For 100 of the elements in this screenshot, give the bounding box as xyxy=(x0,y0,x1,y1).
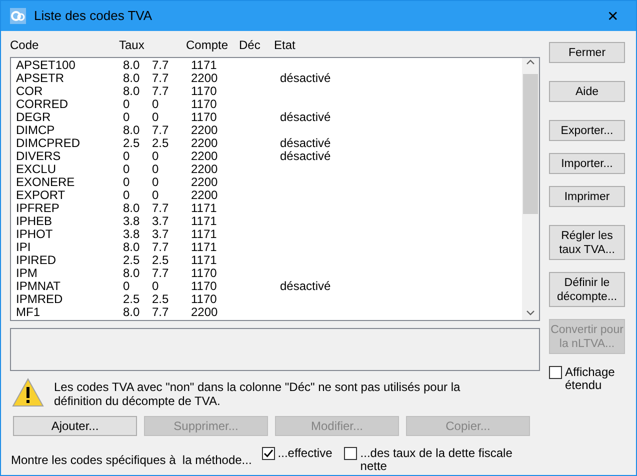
table-cell-text: 0 xyxy=(152,280,160,293)
column-header[interactable]: Compte xyxy=(186,36,239,54)
table-cell-text: 1171 xyxy=(191,202,218,215)
table-cell-text: 7.7 xyxy=(152,306,170,319)
table-cell-text: 2200 xyxy=(191,176,219,189)
table-cell-text: 0 xyxy=(152,98,160,111)
table-cell-text: désactivé xyxy=(280,111,332,124)
table-cell-text: 8.0 xyxy=(123,124,141,137)
table-cell-text: IPMNAT xyxy=(16,280,62,293)
code-list[interactable] xyxy=(10,57,540,321)
table-cell-text: 2200 xyxy=(191,189,219,202)
checkbox[interactable] xyxy=(262,447,275,460)
table-cell-text: 0 xyxy=(152,189,160,202)
scroll-thumb[interactable] xyxy=(523,74,538,214)
table-cell-text: 3.7 xyxy=(152,215,170,228)
action-button[interactable]: Imprimer xyxy=(549,186,625,207)
action-button[interactable]: Importer... xyxy=(549,153,625,174)
table-cell-text: 0 xyxy=(123,163,131,176)
table-cell-text: 2.5 xyxy=(123,293,141,306)
table-cell-text: 8.0 xyxy=(123,72,141,85)
warning-icon xyxy=(12,378,44,408)
table-cell-text: 8.0 xyxy=(123,306,141,319)
table-cell-text: 0 xyxy=(123,176,131,189)
table-cell-text: IPHOT xyxy=(16,228,54,241)
action-button[interactable]: Fermer xyxy=(549,42,625,63)
table-cell-text: 0 xyxy=(123,111,131,124)
table-cell-text: 1170 xyxy=(191,111,218,124)
table-cell-text: 1170 xyxy=(191,280,218,293)
table-cell-text: DIMCP xyxy=(16,124,56,137)
table-cell-text: IPFREP xyxy=(16,202,60,215)
window-title: Liste des codes TVA xyxy=(34,7,152,26)
checkbox[interactable] xyxy=(549,366,562,379)
table-cell-text: 1170 xyxy=(191,85,218,98)
table-cell-text: désactivé xyxy=(280,280,332,293)
table-cell-text: 3.8 xyxy=(123,215,141,228)
table-cell-text: 1171 xyxy=(191,241,218,254)
table-cell-text: 7.7 xyxy=(152,202,170,215)
table-cell-text: 7.7 xyxy=(152,241,170,254)
column-header[interactable]: Taux xyxy=(119,36,186,54)
table-cell-text: IPHEB xyxy=(16,215,54,228)
table-cell-text: 7.7 xyxy=(152,59,170,72)
checkbox[interactable] xyxy=(344,447,358,460)
table-cell-text: 0 xyxy=(152,163,160,176)
table-cell-text: 0 xyxy=(152,111,160,124)
table-cell-text: APSET100 xyxy=(16,59,76,72)
table-cell-text: 2.5 xyxy=(152,293,170,306)
action-button[interactable]: Ajouter... xyxy=(13,416,137,436)
table-cell-text: EXCLU xyxy=(16,163,58,176)
table-cell-text: 8.0 xyxy=(123,241,141,254)
table-cell-text: 8.0 xyxy=(123,85,141,98)
action-button[interactable]: Exporter... xyxy=(549,120,625,141)
table-cell-text: 3.8 xyxy=(123,228,141,241)
table-cell-text: 2.5 xyxy=(152,254,170,267)
table-cell-text: 7.7 xyxy=(152,72,170,85)
table-cell-text: 7.7 xyxy=(152,85,170,98)
table-cell-text: 3.7 xyxy=(152,228,170,241)
scrollbar[interactable] xyxy=(522,58,539,320)
table-cell-text: 2200 xyxy=(191,163,219,176)
table-cell-text: DIVERS xyxy=(16,150,62,163)
table-cell-text: 7.7 xyxy=(152,124,170,137)
table-cell-text: IPM xyxy=(16,267,38,280)
table-cell-text: IPMRED xyxy=(16,293,64,306)
column-header[interactable]: Etat xyxy=(274,36,354,54)
filter-label: Montre les codes spécifiques à la méthode... xyxy=(11,452,252,469)
table-cell-text: IPIRED xyxy=(16,254,58,267)
checkbox-label[interactable]: ...des taux de la dette fiscale nette xyxy=(360,447,540,473)
table-cell-text: 1171 xyxy=(191,228,218,241)
checkbox-label[interactable]: Affichage étendu xyxy=(565,366,629,392)
table-cell-text: 2200 xyxy=(191,306,219,319)
table-cell-text: IPI xyxy=(16,241,32,254)
column-header[interactable]: Déc xyxy=(239,36,274,54)
table-cell-text: 0 xyxy=(152,176,160,189)
table-cell-text: 1170 xyxy=(191,267,218,280)
table-cell-text: 2200 xyxy=(191,124,219,137)
table-cell-text: 1171 xyxy=(191,254,218,267)
table-cell-text: DIMCPRED xyxy=(16,137,82,150)
table-cell-text: désactivé xyxy=(280,137,332,150)
app-icon xyxy=(10,8,26,24)
table-cell-text: 2.5 xyxy=(123,137,141,150)
table-cell-text: désactivé xyxy=(280,72,332,85)
action-button[interactable]: Aide xyxy=(549,81,625,102)
action-button[interactable]: Définir le décompte... xyxy=(549,272,625,307)
checkbox-label[interactable]: ...effective xyxy=(278,447,332,460)
table-cell-text: 2200 xyxy=(191,72,219,85)
table-cell-text: APSETR xyxy=(16,72,66,85)
column-header[interactable]: Code xyxy=(10,36,119,54)
table-cell-text: 8.0 xyxy=(123,267,141,280)
table-cell-text: CORRED xyxy=(16,98,70,111)
close-button[interactable]: ✕ xyxy=(590,1,636,31)
table-cell-text: MF1 xyxy=(16,306,41,319)
action-button[interactable]: Régler les taux TVA... xyxy=(549,225,625,260)
table-cell-text: 1170 xyxy=(191,98,218,111)
table-cell-text: 2.5 xyxy=(152,137,170,150)
table-cell-text: 1171 xyxy=(191,59,218,72)
table-cell-text: 1170 xyxy=(191,293,218,306)
table-cell-text: 0 xyxy=(123,150,131,163)
warning-message: Les codes TVA avec "non" dans la colonne "Déc" ne sont pas utilisés pour la définition du décompte de TVA. xyxy=(54,380,462,408)
table-cell-text: EXPORT xyxy=(16,189,66,202)
table-cell-text: 7.7 xyxy=(152,267,170,280)
table-cell-text: 1171 xyxy=(191,215,218,228)
